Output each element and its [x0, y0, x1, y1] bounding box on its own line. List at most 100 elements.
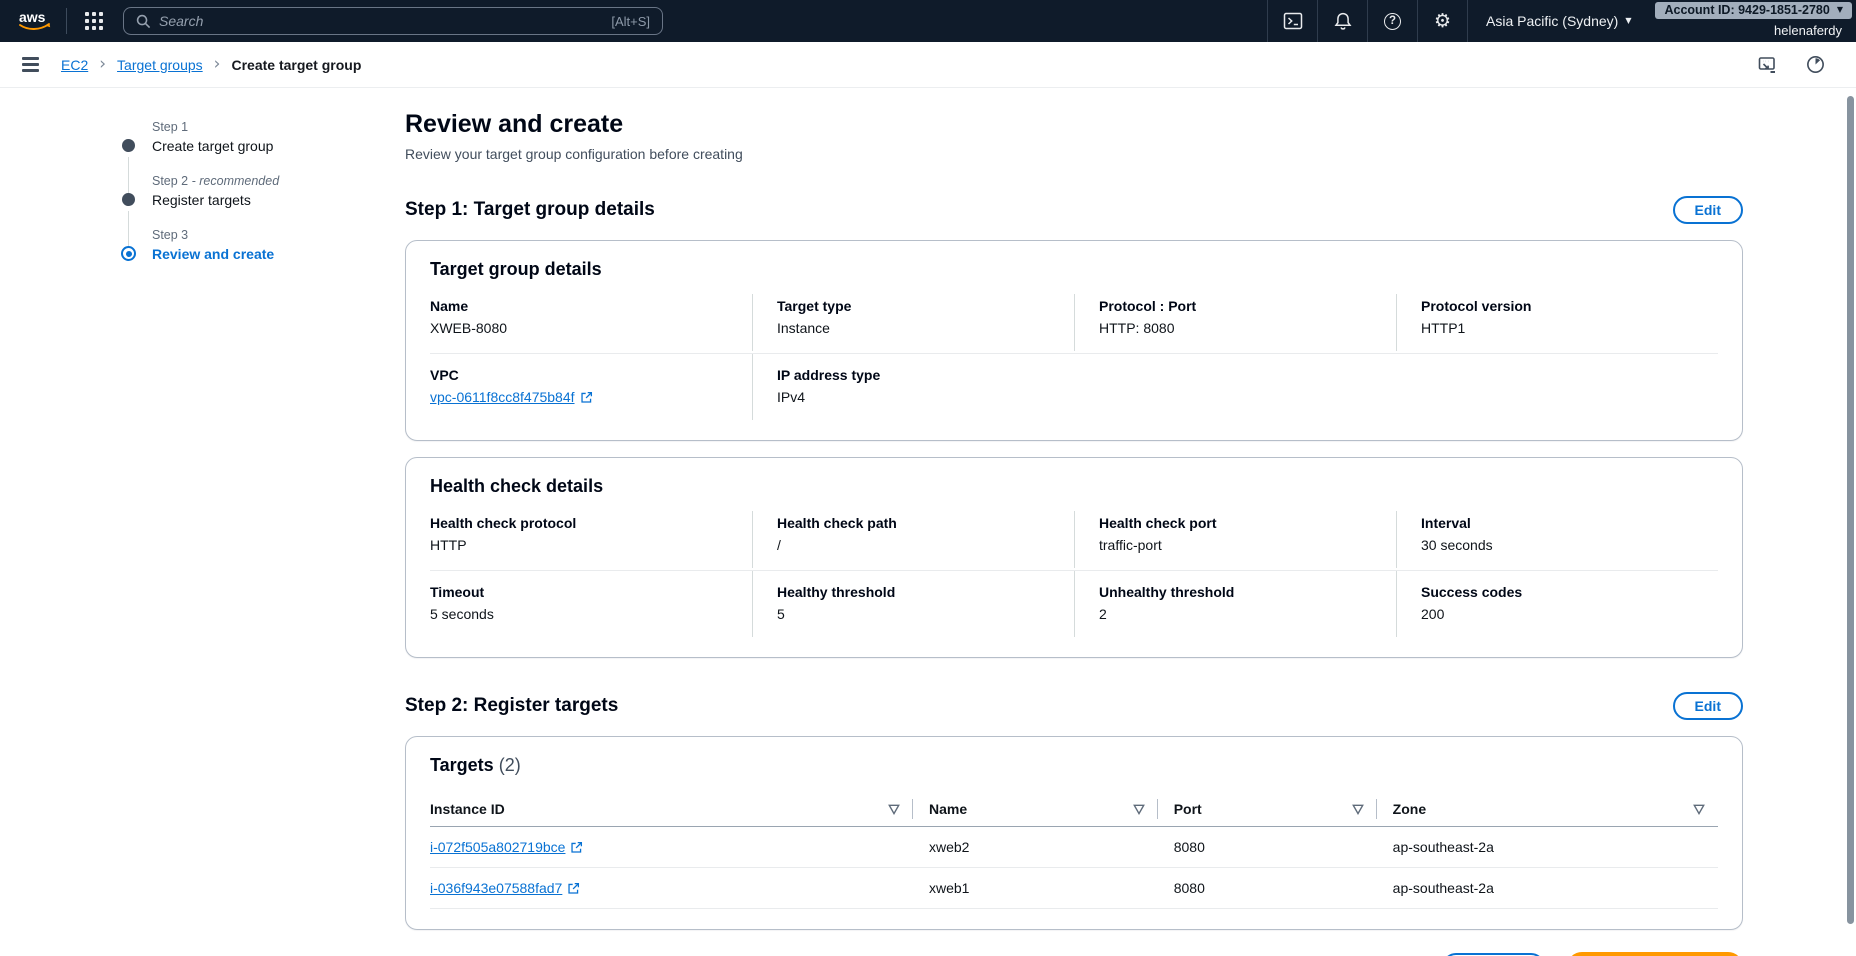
help-icon: ?: [1384, 13, 1401, 30]
field-health-check-protocol: Health check protocol HTTP: [430, 511, 752, 568]
step-eyebrow: Step 1: [152, 120, 379, 134]
health-grid-row1: Health check protocol HTTP Health check …: [430, 511, 1718, 568]
account-area: Account ID: 9429-1851-2780 ▼ helenaferdy: [1655, 0, 1856, 42]
section-head-step1: Step 1: Target group details Edit: [405, 196, 1743, 224]
field-success-codes: Success codes 200: [1396, 571, 1718, 637]
topbar-icon-group: ? ⚙ Asia Pacific (Sydney) ▼: [1267, 0, 1649, 42]
instance-link[interactable]: i-072f505a802719bce: [430, 839, 583, 855]
cell-name: xweb2: [913, 827, 1158, 867]
health-grid-row2: Timeout 5 seconds Healthy threshold 5 Un…: [430, 570, 1718, 637]
search-input[interactable]: [159, 13, 603, 29]
account-menu[interactable]: Account ID: 9429-1851-2780 ▼: [1655, 2, 1852, 19]
breadcrumb-bar: EC2 › Target groups › Create target grou…: [0, 42, 1856, 88]
card-title: Target group details: [430, 259, 1718, 280]
breadcrumb-current-page: Create target group: [231, 57, 361, 73]
chevron-down-icon: ▼: [1625, 17, 1631, 25]
instance-link[interactable]: i-036f943e07588fad7: [430, 880, 580, 896]
breadcrumb-target-groups-link[interactable]: Target groups: [117, 57, 203, 73]
external-link-icon: [567, 882, 580, 895]
settings-button[interactable]: ⚙: [1417, 0, 1467, 42]
create-target-group-button[interactable]: Create target group: [1567, 952, 1743, 956]
targets-card: Targets (2) Instance ID Name: [405, 736, 1743, 930]
edit-target-group-details-button[interactable]: Edit: [1673, 196, 1743, 224]
region-label: Asia Pacific (Sydney): [1486, 13, 1618, 29]
health-check-details-card: Health check details Health check protoc…: [405, 457, 1743, 658]
field-protocol-version: Protocol version HTTP1: [1396, 294, 1718, 351]
edit-register-targets-button[interactable]: Edit: [1673, 692, 1743, 720]
field-vpc: VPC vpc-0611f8cc8f475b84f: [430, 354, 752, 420]
column-header-port[interactable]: Port: [1158, 792, 1377, 826]
breadcrumb-separator-icon: ›: [214, 56, 221, 73]
svg-text:aws: aws: [19, 9, 46, 25]
topbar: aws [Alt+S]: [0, 0, 1856, 42]
username-label: helenaferdy: [1774, 23, 1842, 38]
bell-icon: [1333, 11, 1353, 31]
wizard-footer-actions: Cancel Previous Create target group: [405, 952, 1743, 956]
aws-logo[interactable]: aws: [16, 8, 54, 34]
details-grid-row1: Name XWEB-8080 Target type Instance Prot…: [430, 294, 1718, 351]
vertical-scrollbar[interactable]: [1847, 96, 1854, 924]
gear-icon: ⚙: [1434, 12, 1451, 31]
cell-port: 8080: [1158, 827, 1377, 867]
field-protocol-port: Protocol : Port HTTP: 8080: [1074, 294, 1396, 351]
page-title: Review and create: [405, 110, 1743, 139]
field-unhealthy-threshold: Unhealthy threshold 2: [1074, 571, 1396, 637]
field-name: Name XWEB-8080: [430, 294, 752, 351]
cloudshell-button[interactable]: [1267, 0, 1317, 42]
field-ip-address-type: IP address type IPv4: [752, 354, 1074, 420]
region-selector[interactable]: Asia Pacific (Sydney) ▼: [1467, 0, 1649, 42]
side-menu-button[interactable]: [22, 57, 39, 71]
page-subtitle: Review your target group configuration b…: [405, 146, 1743, 162]
main-column: Review and create Review your target gro…: [405, 88, 1743, 956]
external-link-icon: [580, 391, 593, 404]
step-eyebrow: Step 3: [152, 228, 379, 242]
step-nav-item-review-and-create[interactable]: Step 3 Review and create: [122, 228, 379, 262]
topbar-divider: [66, 8, 67, 34]
targets-table: Instance ID Name Port Zone: [430, 792, 1718, 909]
field-timeout: Timeout 5 seconds: [430, 571, 752, 637]
topbar-left: aws [Alt+S]: [0, 0, 663, 42]
step-nav-item-create-target-group[interactable]: Step 1 Create target group: [122, 120, 379, 154]
field-health-check-path: Health check path /: [752, 511, 1074, 568]
table-row: i-072f505a802719bce xweb2 8080 ap-southe…: [430, 827, 1718, 868]
account-id-label: Account ID: 9429-1851-2780: [1664, 3, 1829, 17]
cell-zone: ap-southeast-2a: [1377, 868, 1718, 908]
help-button[interactable]: ?: [1367, 0, 1417, 42]
apps-grid-icon: [85, 12, 103, 30]
card-title: Health check details: [430, 476, 1718, 497]
step2-section-heading: Step 2: Register targets: [405, 695, 618, 717]
filter-triangle-icon[interactable]: [1133, 804, 1145, 815]
breadcrumb-ec2-link[interactable]: EC2: [61, 57, 88, 73]
targets-table-header: Instance ID Name Port Zone: [430, 792, 1718, 827]
card-title: Targets (2): [430, 755, 1718, 776]
section-head-step2: Step 2: Register targets Edit: [405, 692, 1743, 720]
cell-zone: ap-southeast-2a: [1377, 827, 1718, 867]
column-header-instance-id[interactable]: Instance ID: [430, 792, 913, 826]
search-shortcut-hint: [Alt+S]: [611, 14, 650, 29]
page-content: Step 1 Create target group Step 2 - reco…: [0, 88, 1856, 956]
step-eyebrow: Step 2 - recommended: [152, 174, 379, 188]
search-icon: [136, 14, 151, 29]
filter-triangle-icon[interactable]: [1352, 804, 1364, 815]
column-header-zone[interactable]: Zone: [1377, 792, 1718, 826]
column-header-name[interactable]: Name: [913, 792, 1158, 826]
filter-triangle-icon[interactable]: [888, 804, 900, 815]
breadcrumb-actions: [1756, 54, 1834, 75]
external-link-icon: [570, 841, 583, 854]
step-bullet-icon: [122, 139, 135, 152]
filter-triangle-icon[interactable]: [1693, 804, 1705, 815]
recently-visited-icon[interactable]: [1805, 54, 1826, 75]
field-target-type: Target type Instance: [752, 294, 1074, 351]
step-title: Register targets: [152, 192, 379, 208]
targets-count: (2): [499, 755, 521, 775]
shortcuts-panel-icon[interactable]: [1756, 55, 1779, 75]
breadcrumb-separator-icon: ›: [99, 56, 106, 73]
field-health-check-port: Health check port traffic-port: [1074, 511, 1396, 568]
vpc-link[interactable]: vpc-0611f8cc8f475b84f: [430, 389, 593, 405]
breadcrumb: EC2 › Target groups › Create target grou…: [61, 56, 361, 73]
step-nav-item-register-targets[interactable]: Step 2 - recommended Register targets: [122, 174, 379, 208]
notifications-button[interactable]: [1317, 0, 1367, 42]
services-menu-button[interactable]: [75, 0, 113, 42]
wizard-step-nav: Step 1 Create target group Step 2 - reco…: [122, 120, 379, 956]
cloudshell-terminal-icon: [1283, 11, 1303, 31]
